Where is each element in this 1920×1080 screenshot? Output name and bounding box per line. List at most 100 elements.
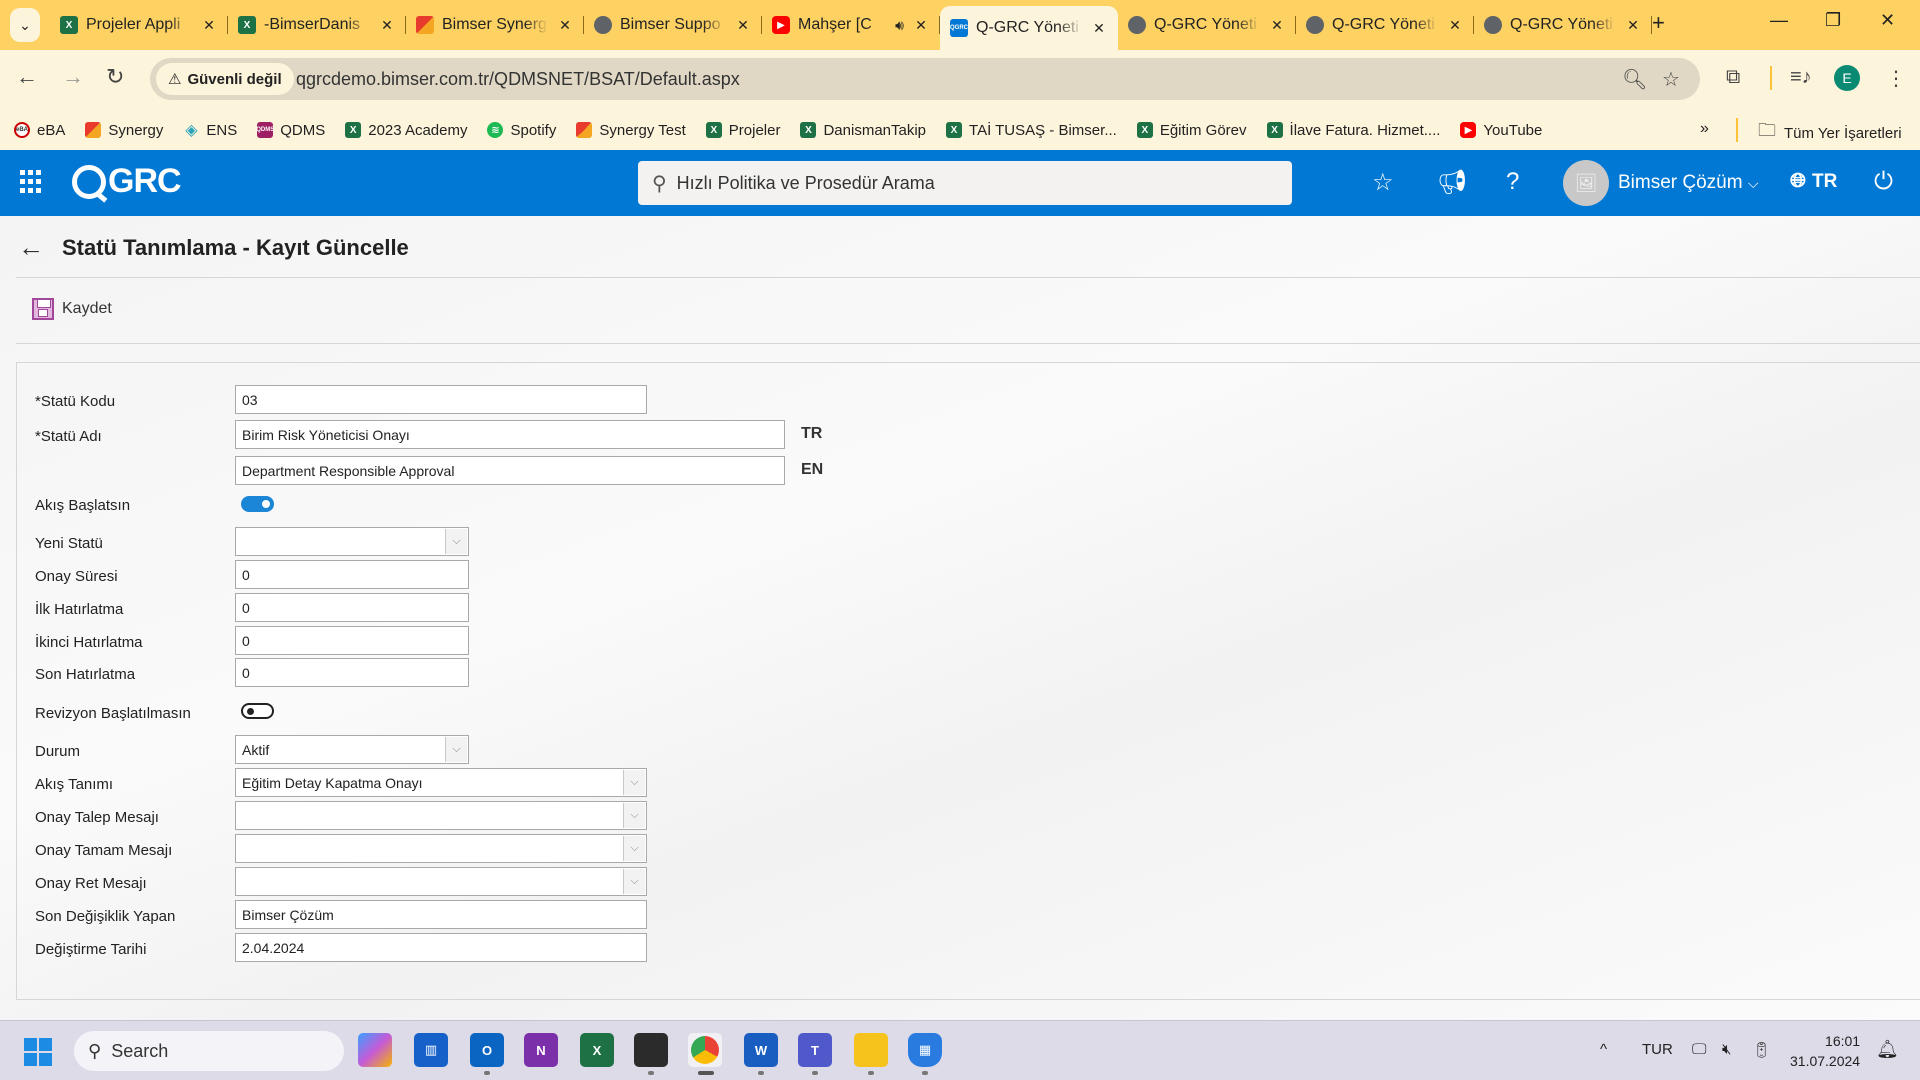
user-avatar[interactable]: 🖼︎ (1563, 160, 1609, 206)
profile-avatar[interactable]: E (1834, 65, 1860, 91)
word-icon[interactable]: W (744, 1033, 778, 1067)
volume-muted-icon[interactable]: 🔇︎ (1722, 1041, 1731, 1058)
taskbar-search[interactable]: ⚲ Search (74, 1031, 344, 1071)
browser-tab[interactable]: Q-GRC Yöneti ✕ (1118, 6, 1296, 44)
forward-icon[interactable]: → (62, 64, 84, 90)
more-bookmarks-icon[interactable]: » (1700, 120, 1709, 138)
bookmark-item[interactable]: X Projeler (705, 122, 780, 139)
tab-search-button[interactable]: ⌄ (10, 8, 40, 42)
close-icon[interactable]: ✕ (1090, 20, 1108, 37)
state-select[interactable]: Aktif ⌵ (235, 735, 469, 764)
close-icon[interactable]: ✕ (1446, 17, 1464, 34)
close-icon[interactable]: ✕ (378, 17, 396, 34)
bookmark-item[interactable]: Synergy (85, 122, 163, 139)
browser-tab[interactable]: ▶ Mahşer [C 🔊︎ ✕ (762, 6, 940, 44)
teams-icon[interactable]: T (798, 1033, 832, 1067)
close-icon[interactable]: ✕ (1268, 17, 1286, 34)
excel-icon[interactable]: X (580, 1033, 614, 1067)
second-reminder-input[interactable] (235, 626, 469, 655)
close-icon[interactable]: ✕ (1624, 17, 1642, 34)
chrome-icon[interactable] (688, 1033, 722, 1067)
bookmark-item[interactable]: Synergy Test (576, 122, 686, 139)
bookmark-item[interactable]: ◈ ENS (183, 122, 237, 140)
outlook-icon[interactable]: O (470, 1033, 504, 1067)
back-icon[interactable]: ← (16, 64, 38, 90)
bookmark-item[interactable]: X İlave Fatura. Hizmet.... (1266, 122, 1440, 139)
close-icon[interactable]: ✕ (734, 17, 752, 34)
chevron-down-icon[interactable]: ⌵ (445, 737, 467, 762)
user-menu[interactable]: Bimser Çözüm ⌵ (1618, 172, 1758, 194)
zoom-icon[interactable]: 🔍︎ (1622, 67, 1647, 92)
app-launcher-icon[interactable] (20, 170, 44, 194)
security-shield-icon[interactable]: ▦ (908, 1033, 942, 1067)
chevron-down-icon[interactable]: ⌵ (445, 529, 467, 554)
complete-message-select[interactable]: ⌵ (235, 834, 647, 863)
status-name-en-input[interactable] (235, 456, 785, 485)
start-flow-toggle[interactable] (241, 496, 274, 512)
browser-tab[interactable]: Q-GRC Yöneti ✕ (1296, 6, 1474, 44)
sticky-notes-icon[interactable] (634, 1033, 668, 1067)
bookmark-item[interactable]: X 2023 Academy (345, 122, 467, 139)
close-window-button[interactable]: ✕ (1880, 10, 1895, 31)
reload-icon[interactable]: ↻ (106, 64, 124, 90)
chevron-down-icon[interactable]: ⌵ (623, 869, 645, 894)
input-language[interactable]: TUR (1642, 1041, 1673, 1058)
save-button[interactable]: Kaydet (32, 298, 112, 320)
global-search-input[interactable] (676, 172, 1257, 194)
new-tab-button[interactable]: + (1652, 10, 1665, 36)
power-icon[interactable]: ⏻ (1874, 168, 1893, 196)
last-reminder-input[interactable] (235, 658, 469, 687)
extensions-icon[interactable]: ⧉ (1726, 66, 1740, 89)
security-chip[interactable]: ⚠ Güvenli değil (156, 63, 294, 95)
windows-start-icon[interactable] (24, 1038, 52, 1066)
battery-icon[interactable]: 🔋︎ (1752, 1041, 1771, 1059)
browser-tab[interactable]: X Projeler Appli ✕ (50, 6, 228, 44)
request-message-select[interactable]: ⌵ (235, 801, 647, 830)
new-status-select[interactable]: ⌵ (235, 527, 469, 556)
restore-button[interactable]: ❐ (1825, 10, 1841, 31)
qgrc-logo[interactable]: GRC (72, 162, 182, 201)
browser-tab[interactable]: X -BimserDanis ✕ (228, 6, 406, 44)
bookmark-item[interactable]: QDMS QDMS (256, 122, 325, 139)
widgets-icon[interactable]: ▥ (414, 1033, 448, 1067)
modified-date-input[interactable] (235, 933, 647, 962)
url-text[interactable]: qgrcdemo.bimser.com.tr/QDMSNET/BSAT/Defa… (296, 69, 740, 90)
copilot-icon[interactable] (358, 1033, 392, 1067)
browser-tab[interactable]: Bimser Synerg ✕ (406, 6, 584, 44)
file-explorer-icon[interactable] (854, 1033, 888, 1067)
chevron-down-icon[interactable]: ⌵ (623, 770, 645, 795)
bookmark-item[interactable]: eBA eBA (14, 122, 65, 139)
chevron-down-icon[interactable]: ⌵ (623, 836, 645, 861)
favorites-star-icon[interactable]: ☆ (1372, 168, 1394, 197)
browser-tab-active[interactable]: QGRC Q-GRC Yöneti ✕ (940, 6, 1118, 50)
onenote-icon[interactable]: N (524, 1033, 558, 1067)
flow-definition-select[interactable]: Eğitim Detay Kapatma Onayı ⌵ (235, 768, 647, 797)
bookmark-item[interactable]: ▶ YouTube (1460, 122, 1542, 139)
taskbar-clock[interactable]: 16:01 31.07.2024 (1790, 1031, 1860, 1071)
chevron-down-icon[interactable]: ⌵ (623, 803, 645, 828)
back-arrow-icon[interactable]: ← (18, 232, 44, 263)
bookmark-item[interactable]: ≋ Spotify (487, 122, 556, 139)
global-search[interactable]: ⚲ (638, 161, 1292, 205)
language-selector[interactable]: 🌐︎ TR (1790, 170, 1837, 193)
bookmark-item[interactable]: X TAİ TUSAŞ - Bimser... (946, 122, 1117, 139)
bookmark-star-icon[interactable]: ☆ (1662, 67, 1680, 92)
network-icon[interactable]: 🖵 (1692, 1041, 1706, 1058)
minimize-button[interactable]: — (1770, 10, 1788, 31)
browser-tab[interactable]: Bimser Suppo ✕ (584, 6, 762, 44)
menu-kebab-icon[interactable]: ⋮ (1886, 66, 1906, 91)
close-icon[interactable]: ✕ (200, 17, 218, 34)
bookmark-item[interactable]: X DanismanTakip (800, 122, 926, 139)
bookmark-item[interactable]: X Eğitim Görev (1136, 122, 1247, 139)
reject-message-select[interactable]: ⌵ (235, 867, 647, 896)
all-bookmarks-button[interactable]: 🗀 Tüm Yer İşaretleri (1758, 118, 1902, 148)
last-modified-by-input[interactable] (235, 900, 647, 929)
address-bar[interactable]: ⚠ Güvenli değil qgrcdemo.bimser.com.tr/Q… (150, 58, 1700, 100)
announcement-icon[interactable]: 📢︎ (1437, 168, 1467, 197)
approval-time-input[interactable] (235, 560, 469, 589)
no-revision-toggle[interactable] (241, 703, 274, 719)
status-code-input[interactable] (235, 385, 647, 414)
media-control-icon[interactable]: ≡♪ (1790, 66, 1812, 89)
status-name-tr-input[interactable] (235, 420, 785, 449)
browser-tab[interactable]: Q-GRC Yöneti ✕ (1474, 6, 1652, 44)
